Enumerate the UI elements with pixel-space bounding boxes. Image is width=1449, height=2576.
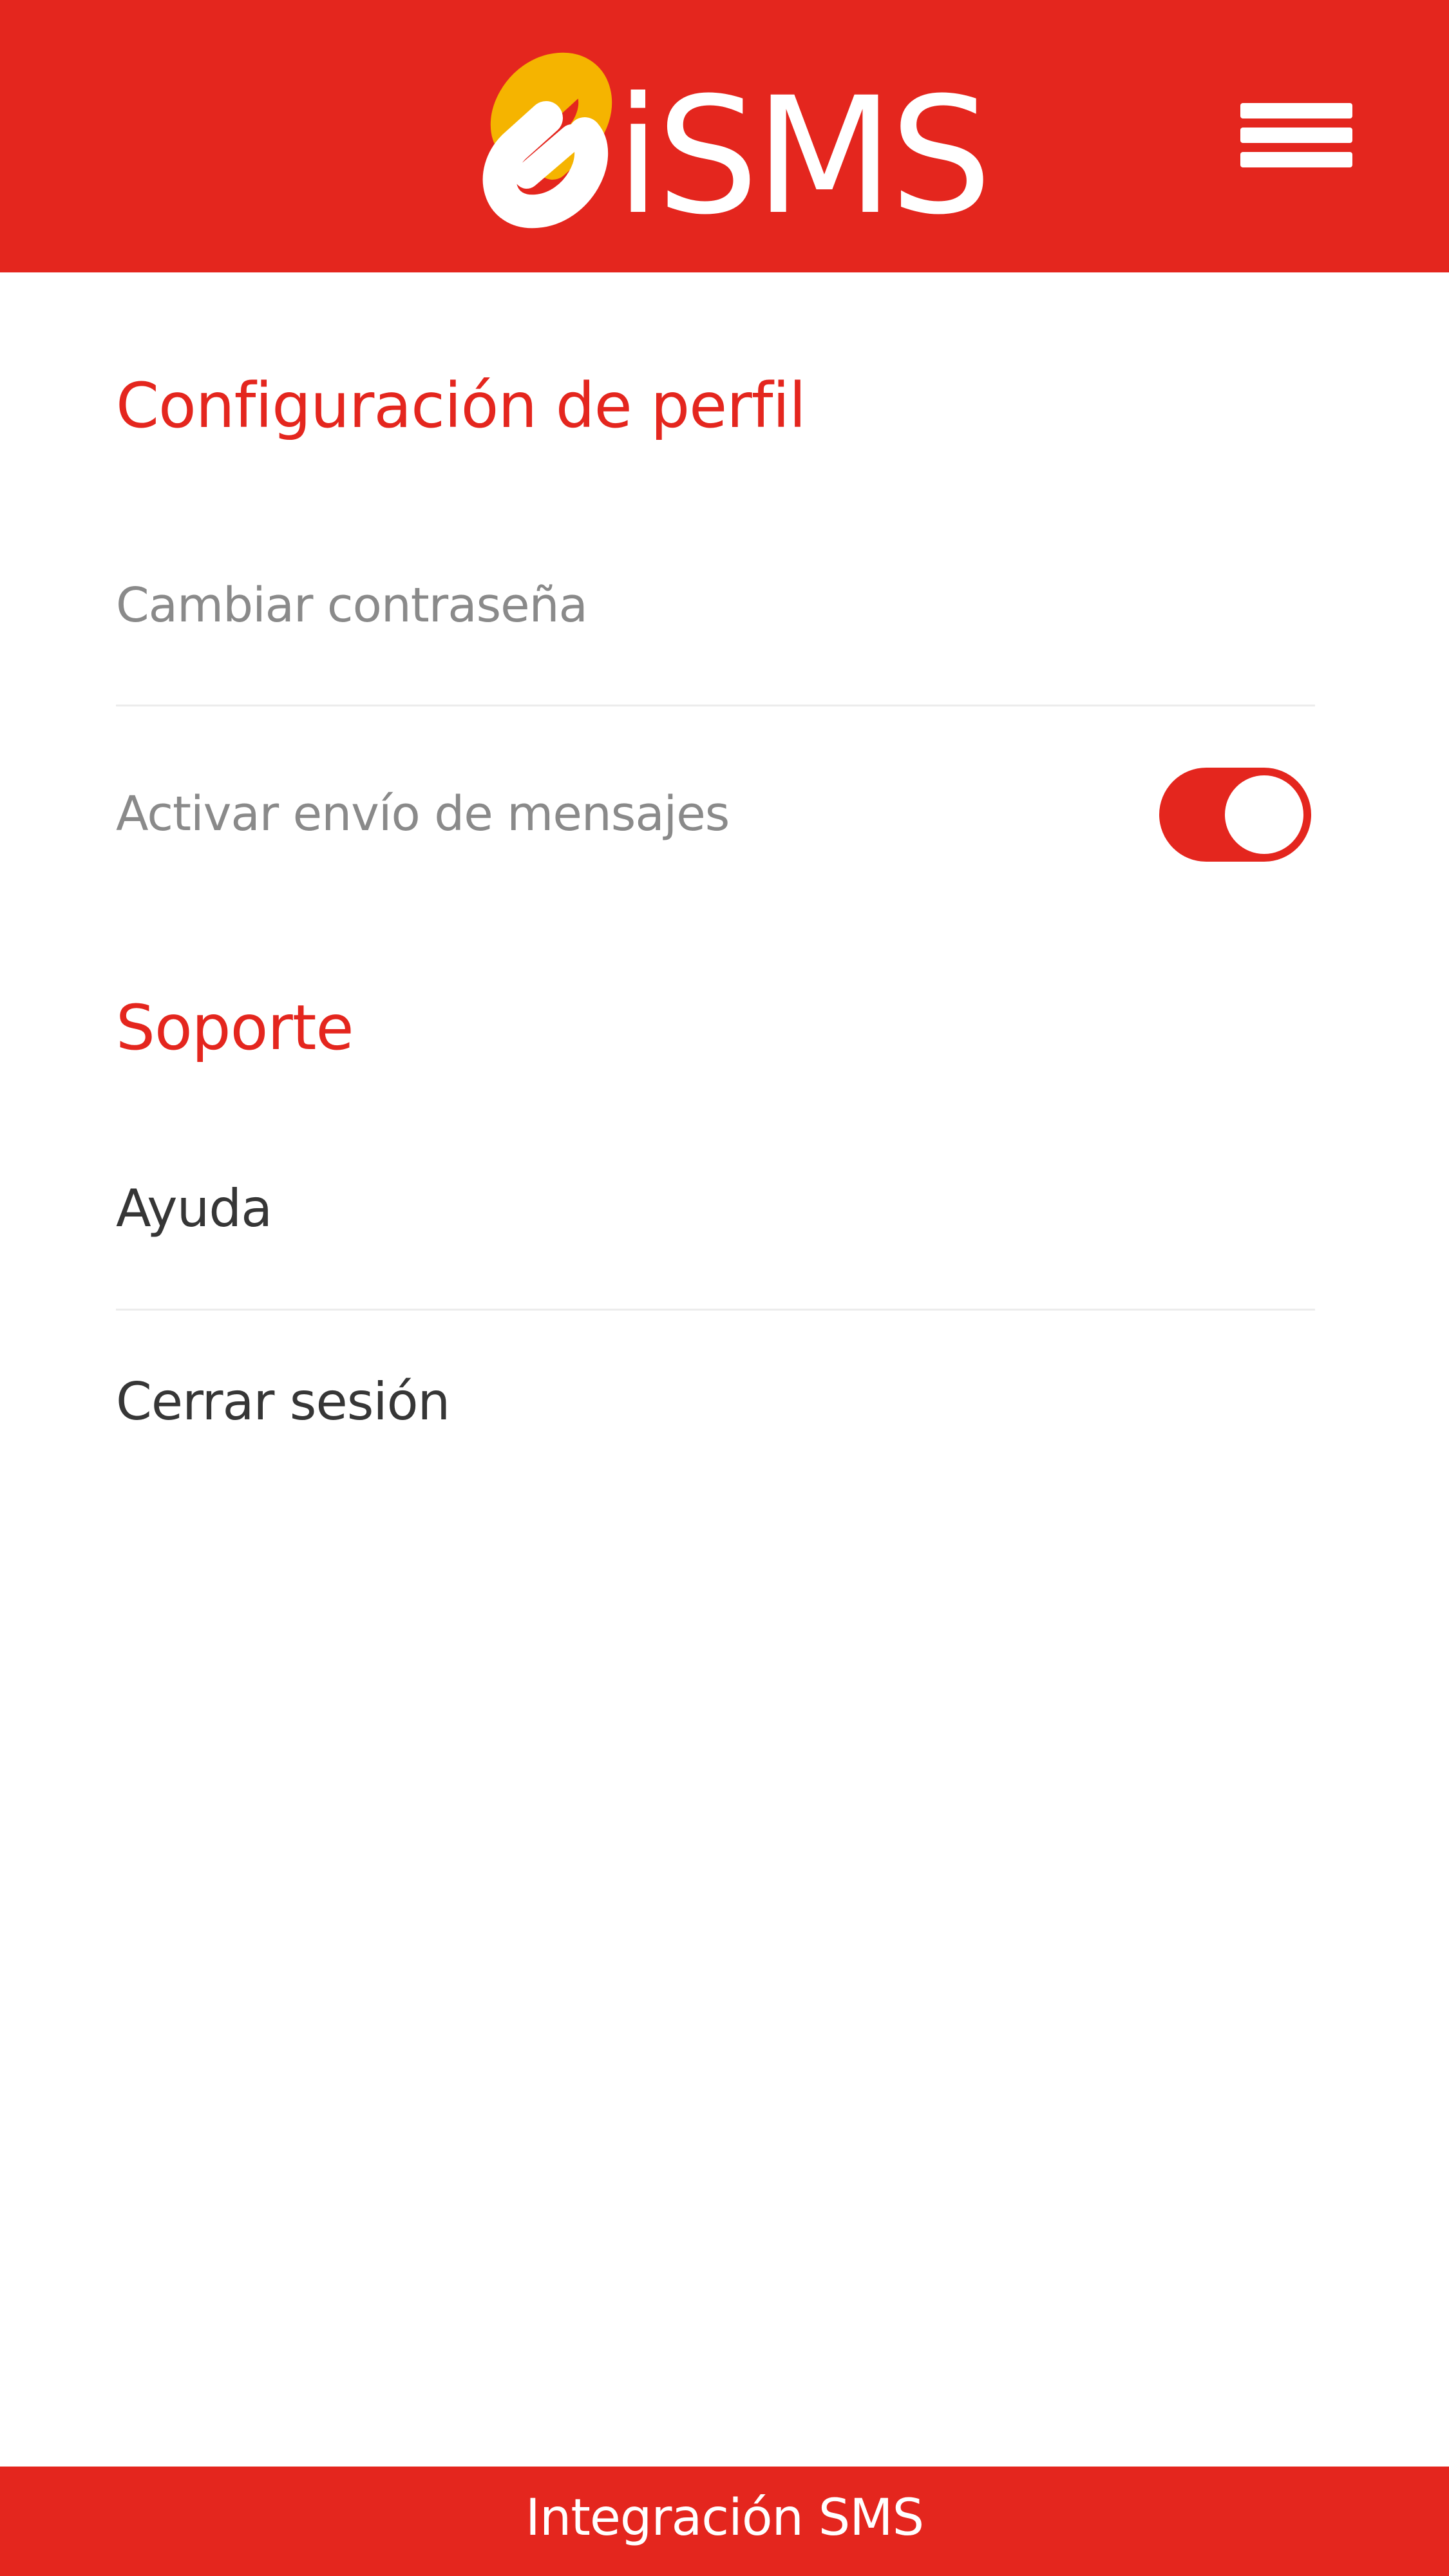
support-section-title: Soporte — [116, 992, 354, 1064]
app-logo: iSMS — [475, 50, 992, 237]
divider — [116, 1309, 1315, 1311]
chain-link-icon — [482, 52, 612, 229]
toggle-knob — [1225, 775, 1303, 854]
footer-text: Integración SMS — [525, 2489, 924, 2547]
help-label: Ayuda — [116, 1179, 272, 1238]
change-password-item[interactable]: Cambiar contraseña — [116, 573, 1315, 638]
help-item[interactable]: Ayuda — [116, 1173, 1315, 1244]
menu-button[interactable] — [1236, 97, 1356, 174]
divider — [116, 705, 1315, 706]
enable-messages-toggle[interactable] — [1159, 768, 1311, 862]
enable-messages-label: Activar envío de mensajes — [116, 786, 730, 842]
change-password-label: Cambiar contraseña — [116, 578, 588, 633]
enable-messages-item: Activar envío de mensajes — [116, 768, 1315, 862]
app-footer: Integración SMS — [0, 2467, 1449, 2576]
profile-section-title: Configuración de perfil — [116, 370, 806, 442]
logout-item[interactable]: Cerrar sesión — [116, 1367, 1315, 1437]
app-header: iSMS — [0, 0, 1449, 272]
brand-name: iSMS — [616, 62, 992, 250]
hamburger-menu-icon — [1240, 103, 1352, 118]
logout-label: Cerrar sesión — [116, 1372, 450, 1432]
